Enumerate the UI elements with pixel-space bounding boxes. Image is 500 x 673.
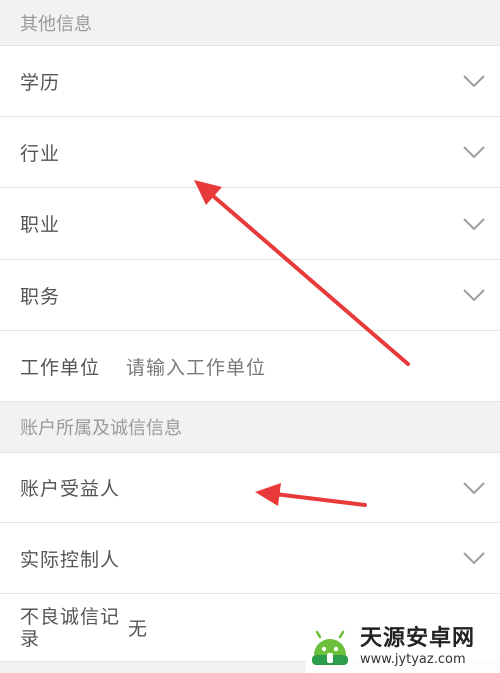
education-label: 学历 bbox=[20, 71, 61, 94]
industry-label: 行业 bbox=[20, 142, 61, 165]
industry-select[interactable]: 行业 bbox=[0, 117, 500, 188]
beneficiary-select[interactable]: 账户受益人 bbox=[0, 452, 500, 523]
android-logo-icon bbox=[312, 630, 348, 665]
chevron-down-icon bbox=[463, 75, 485, 88]
chevron-down-icon bbox=[463, 289, 485, 302]
chevron-down-icon bbox=[463, 552, 485, 565]
section-header-other-info: 其他信息 bbox=[0, 0, 500, 45]
watermark-url: www.jytyaz.com bbox=[360, 652, 466, 667]
watermark-title: 天源安卓网 bbox=[360, 626, 476, 651]
watermark-logo: 天源安卓网 www.jytyaz.com bbox=[306, 620, 500, 673]
employer-input[interactable]: 请输入工作单位 bbox=[126, 353, 266, 380]
section-header-account-info: 账户所属及诚信信息 bbox=[0, 402, 500, 452]
education-select[interactable]: 学历 bbox=[0, 45, 500, 117]
credit-record-value: 无 bbox=[128, 618, 148, 640]
employer-row: 工作单位 请输入工作单位 bbox=[0, 331, 500, 402]
occupation-select[interactable]: 职业 bbox=[0, 188, 500, 260]
occupation-label: 职业 bbox=[20, 214, 61, 236]
position-select[interactable]: 职务 bbox=[0, 260, 500, 331]
section-title: 其他信息 bbox=[20, 13, 92, 35]
chevron-down-icon bbox=[463, 146, 485, 159]
controller-label: 实际控制人 bbox=[20, 548, 121, 571]
watermark-text: 天源安卓网 www.jytyaz.com bbox=[360, 626, 475, 667]
credit-record-label: 不良诚信记录 bbox=[20, 605, 121, 650]
beneficiary-label: 账户受益人 bbox=[20, 478, 121, 500]
chevron-down-icon bbox=[463, 481, 485, 494]
form-page: 其他信息 学历 行业 职业 职务 工作单位 请输入工作单位 账户所属及诚信信息 … bbox=[0, 0, 500, 673]
section-title: 账户所属及诚信信息 bbox=[20, 418, 182, 439]
chevron-down-icon bbox=[463, 217, 485, 230]
position-label: 职务 bbox=[20, 285, 61, 308]
controller-select[interactable]: 实际控制人 bbox=[0, 523, 500, 594]
employer-label: 工作单位 bbox=[20, 356, 101, 379]
